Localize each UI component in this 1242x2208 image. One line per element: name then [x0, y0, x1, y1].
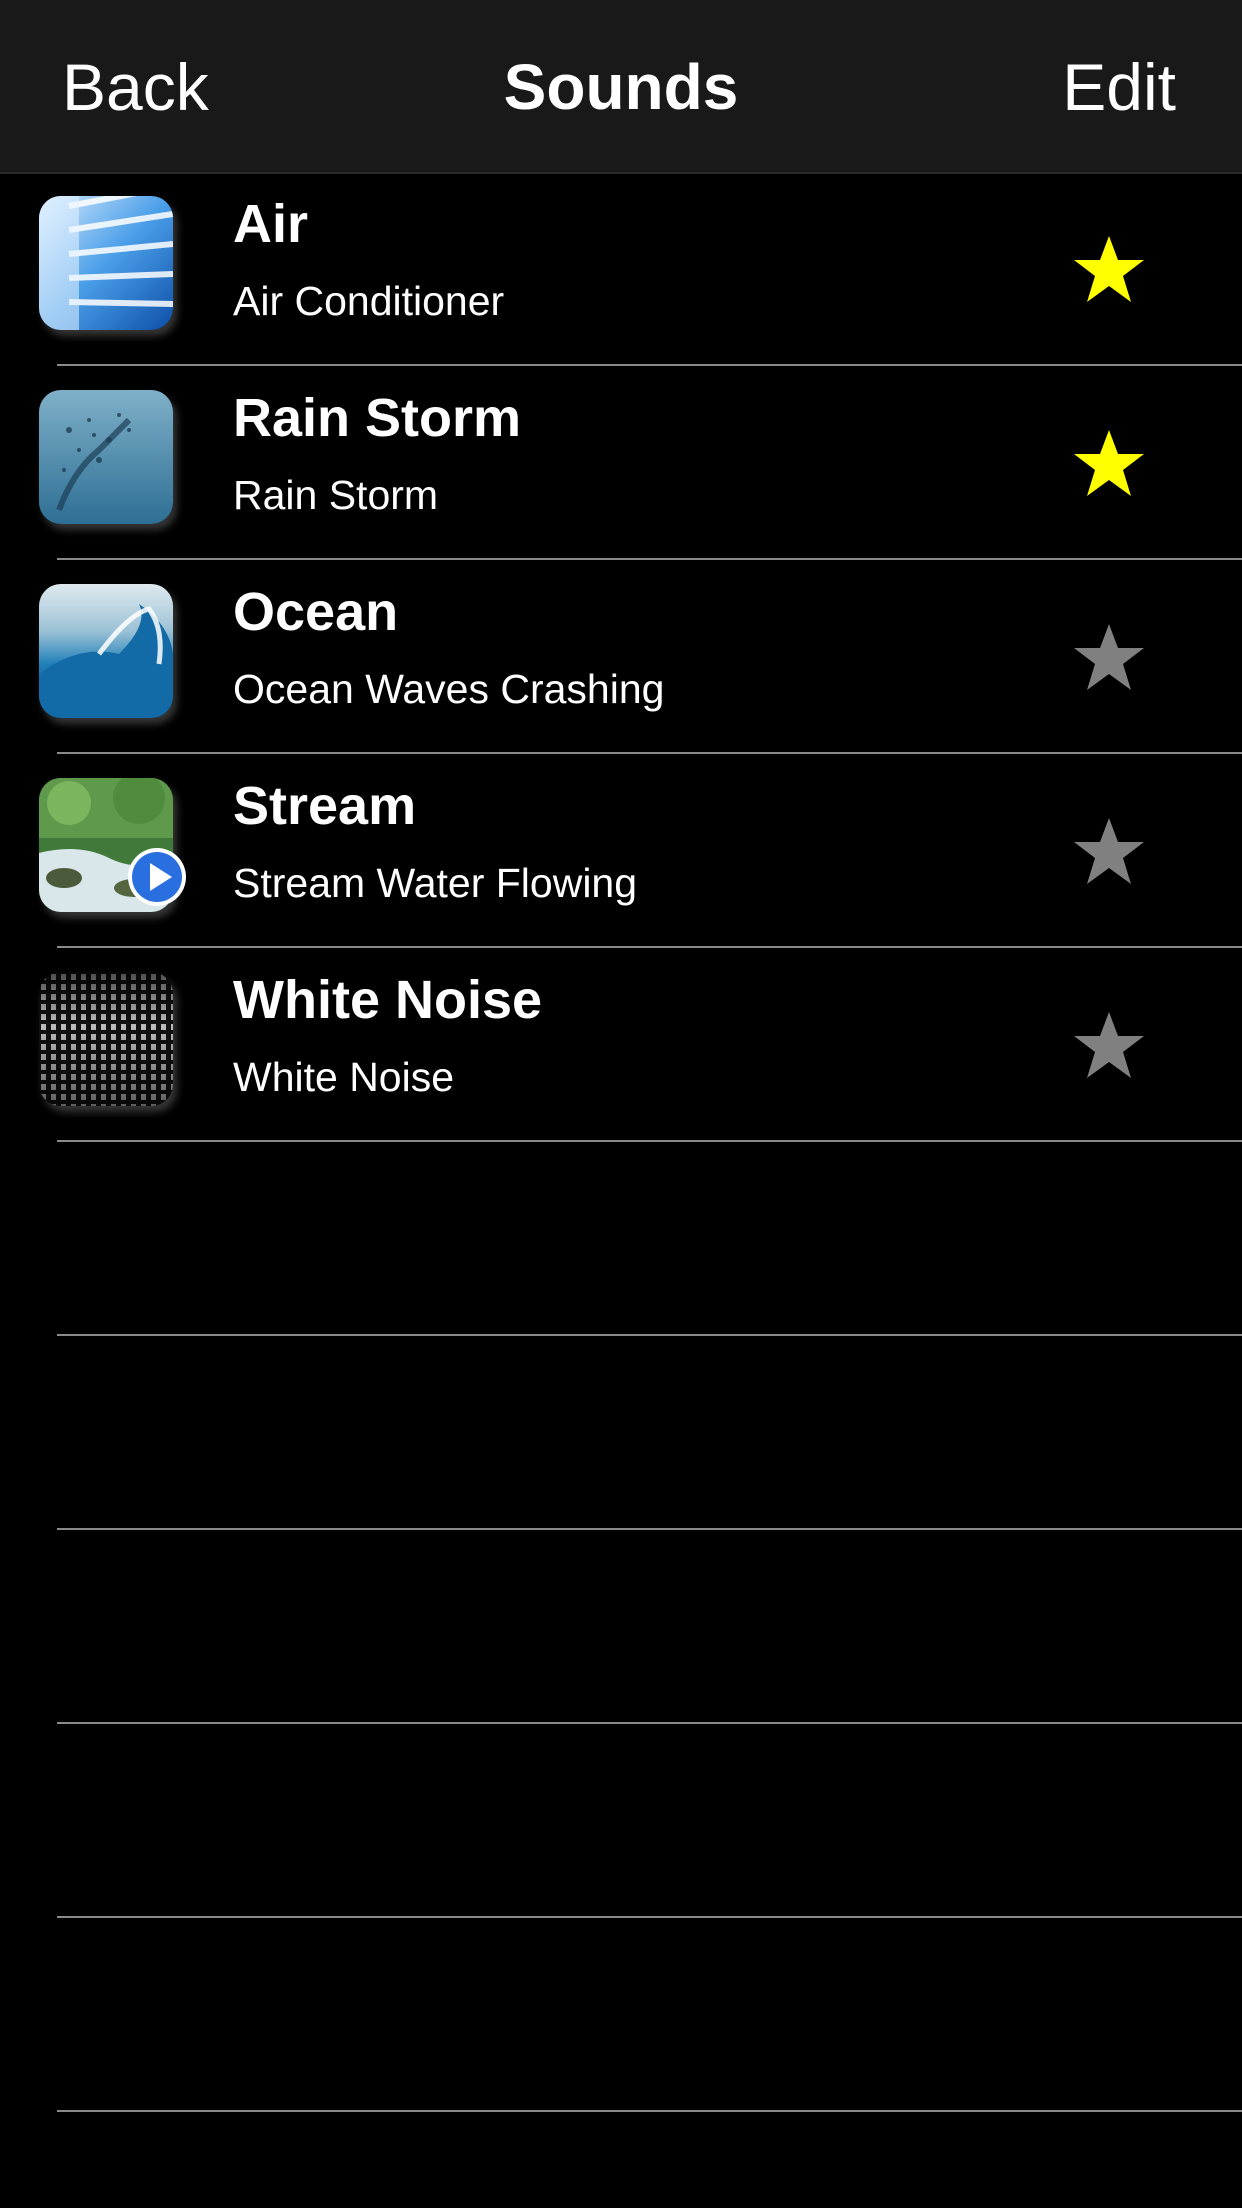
sound-title: Ocean [233, 582, 399, 642]
favorite-star-icon[interactable] [1072, 622, 1146, 692]
air-conditioner-thumbnail [39, 196, 173, 330]
favorite-star-icon[interactable] [1072, 816, 1146, 886]
navigation-bar: Back Sounds Edit [0, 0, 1242, 174]
sound-row-ocean[interactable]: Ocean Ocean Waves Crashing [0, 560, 1242, 754]
ocean-wave-thumbnail [39, 584, 173, 718]
white-noise-thumbnail [39, 972, 173, 1106]
sounds-list: Air Air Conditioner Rain Storm Rain Stor… [0, 172, 1242, 2112]
empty-list-row [0, 1336, 1242, 1530]
sound-subtitle: Rain Storm [233, 472, 439, 518]
rain-storm-thumbnail [39, 390, 173, 524]
empty-list-row [0, 1530, 1242, 1724]
sound-subtitle: Ocean Waves Crashing [233, 666, 665, 712]
sound-title: Rain Storm [233, 388, 522, 448]
favorite-star-icon[interactable] [1072, 428, 1146, 498]
favorite-star-icon[interactable] [1072, 1010, 1146, 1080]
sound-subtitle: White Noise [233, 1054, 455, 1100]
favorite-star-icon[interactable] [1072, 234, 1146, 304]
play-icon[interactable] [126, 846, 188, 908]
empty-list-row [0, 1724, 1242, 1918]
sound-row-air[interactable]: Air Air Conditioner [0, 172, 1242, 366]
edit-button[interactable]: Edit [1062, 0, 1176, 174]
empty-list-row [0, 1142, 1242, 1336]
sound-subtitle: Stream Water Flowing [233, 860, 638, 906]
sound-title: White Noise [233, 970, 543, 1030]
sound-row-white-noise[interactable]: White Noise White Noise [0, 948, 1242, 1142]
page-title: Sounds [503, 51, 739, 123]
sound-title: Air [233, 194, 309, 254]
sound-row-rain-storm[interactable]: Rain Storm Rain Storm [0, 366, 1242, 560]
sound-row-stream[interactable]: Stream Stream Water Flowing [0, 754, 1242, 948]
sound-title: Stream [233, 776, 417, 836]
empty-list-row [0, 1918, 1242, 2112]
sound-subtitle: Air Conditioner [233, 278, 505, 324]
